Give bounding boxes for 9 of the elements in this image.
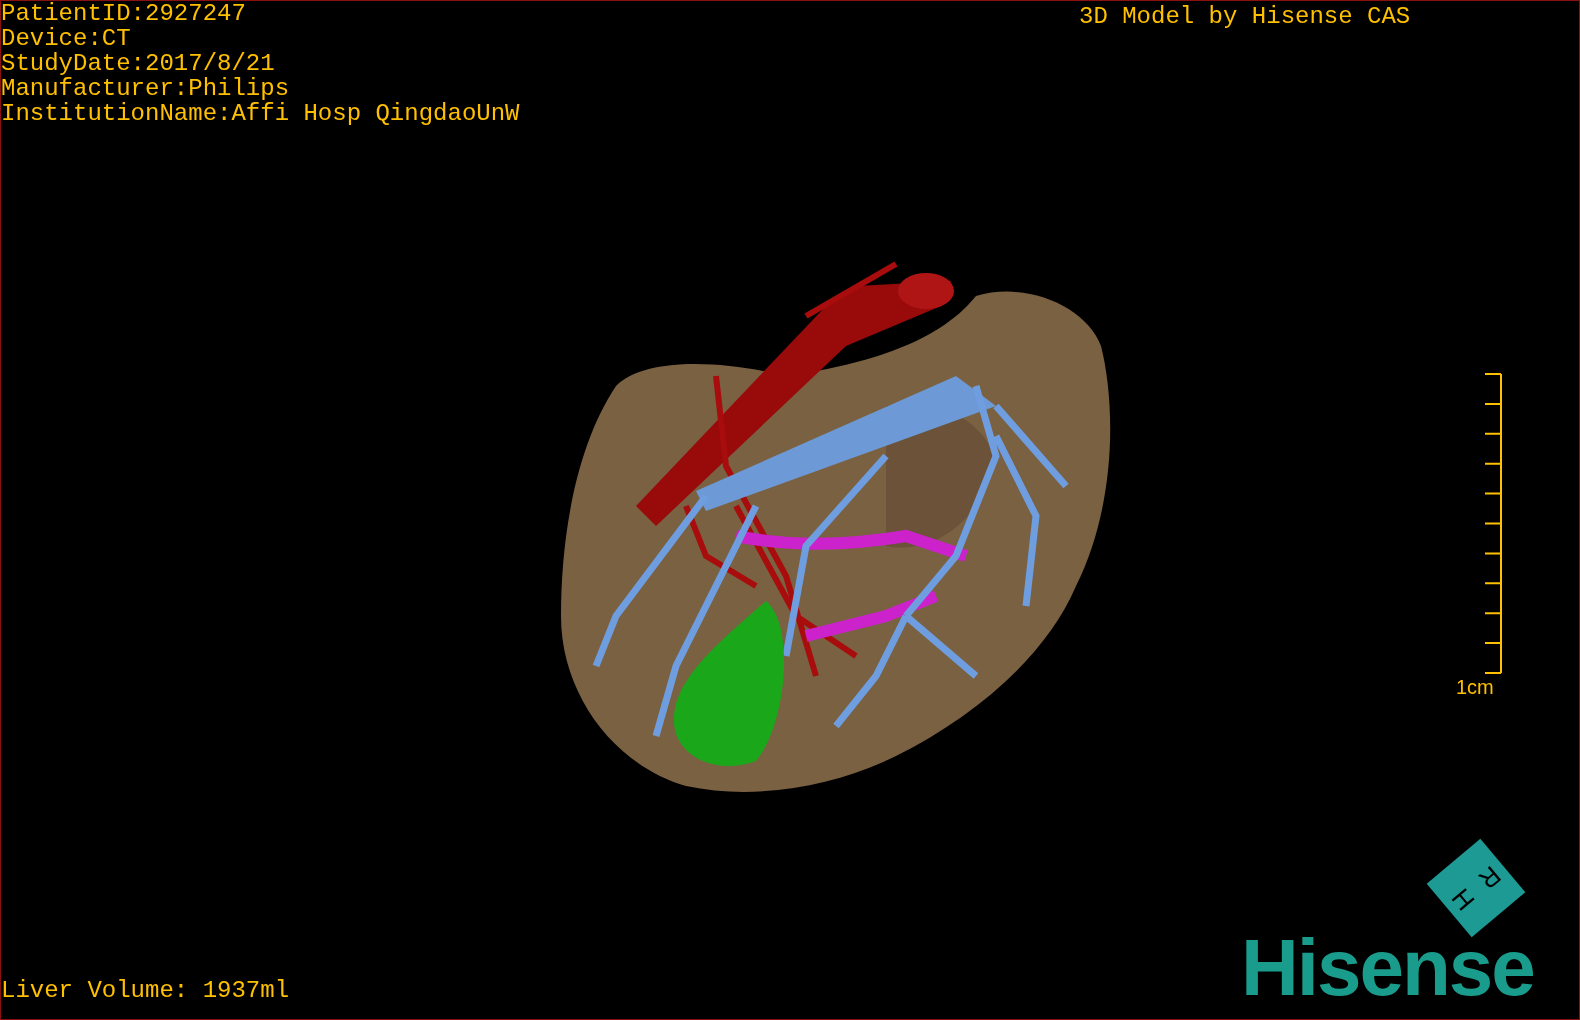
liver-volume-text: Liver Volume: 1937ml xyxy=(1,978,290,1003)
study-info-text: InstitutionName:Affi Hosp QingdaoUnW xyxy=(1,101,520,126)
model-credit-text: 3D Model by Hisense CAS xyxy=(1079,4,1411,29)
study-info-text: PatientID:2927247 xyxy=(1,1,247,26)
study-info-text: StudyDate:2017/8/21 xyxy=(1,51,276,76)
study-info-text: Manufacturer:Philips xyxy=(1,76,291,101)
orientation-cube[interactable]: H R xyxy=(1426,838,1526,938)
scale-label: 1cm xyxy=(1456,676,1494,698)
study-info-text: Device:CT xyxy=(1,26,132,51)
